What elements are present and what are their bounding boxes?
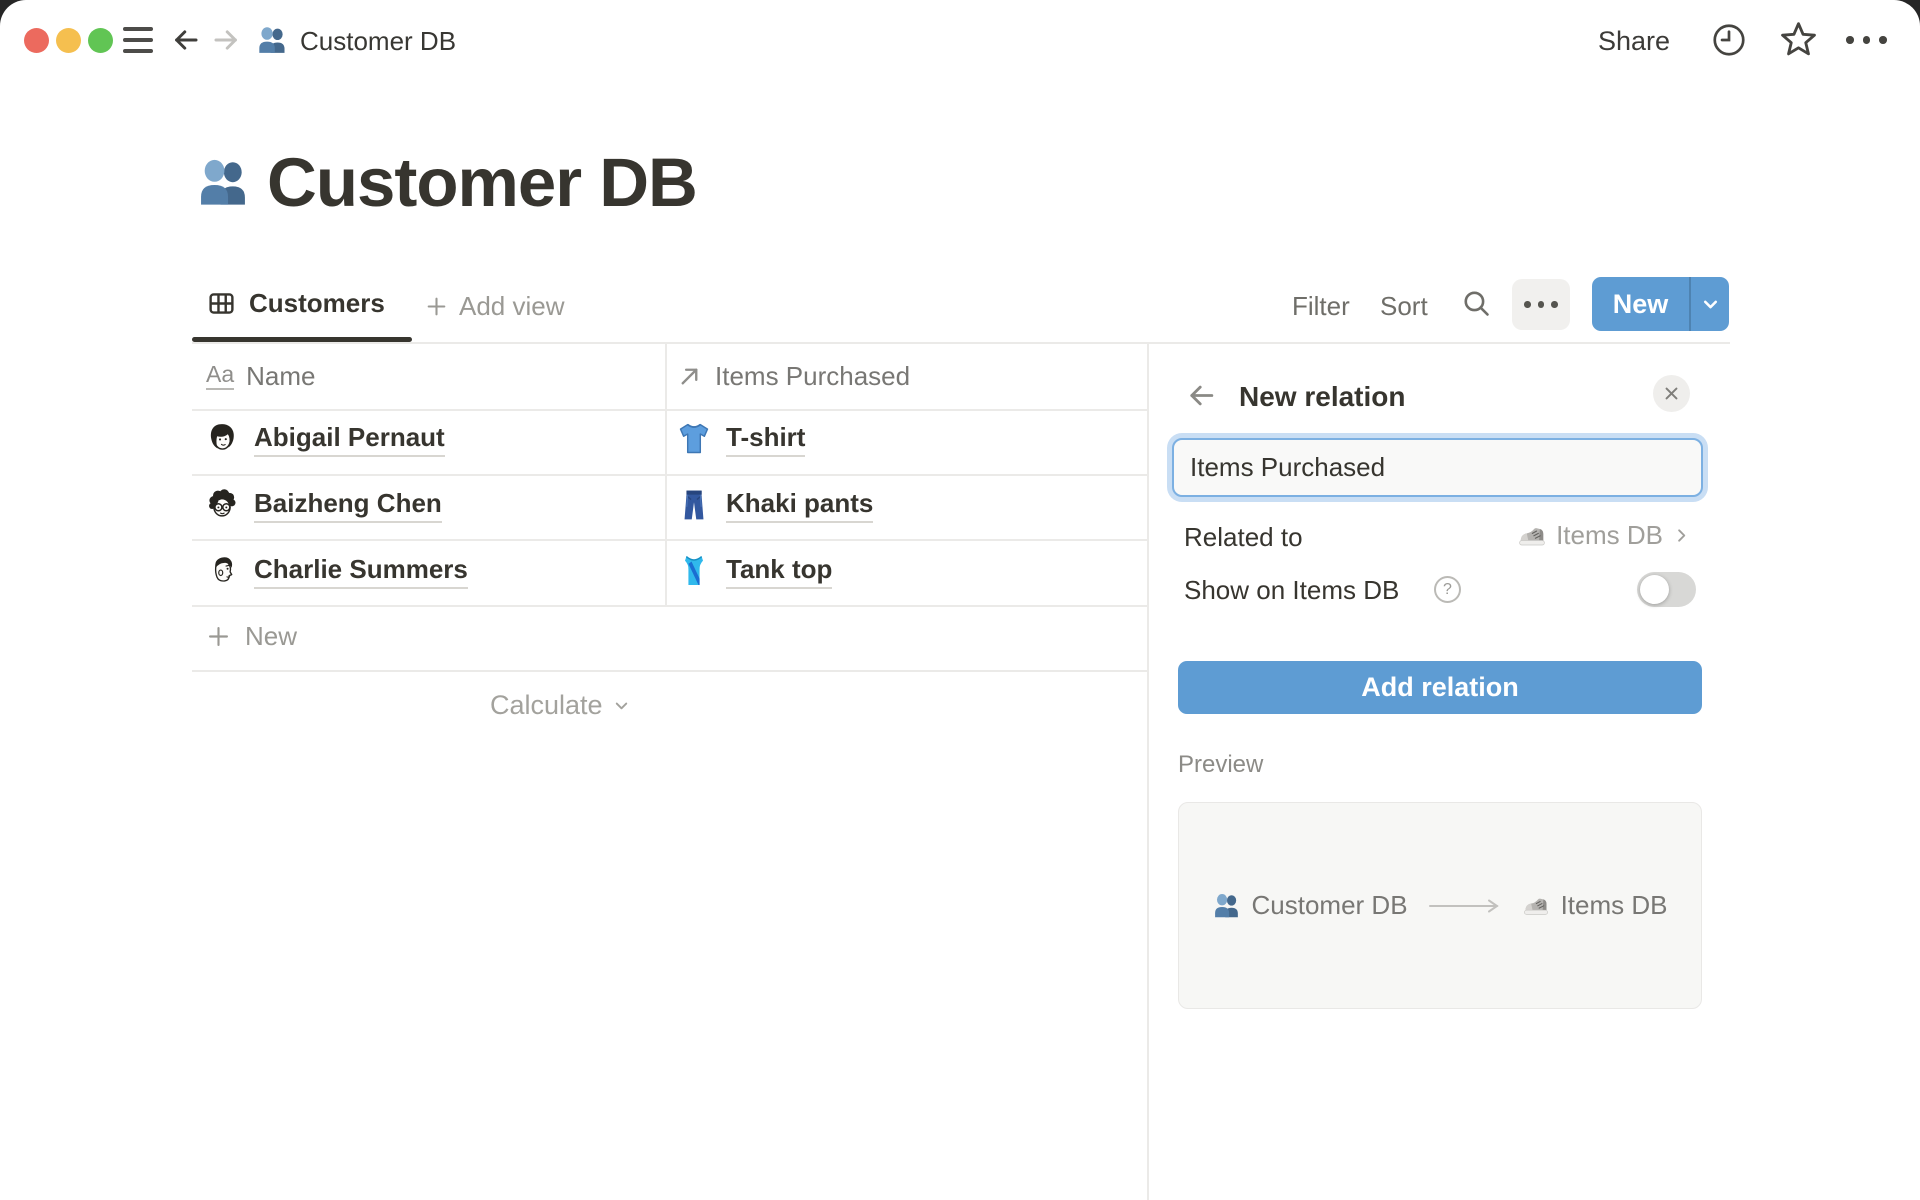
new-record-button-group: New — [1592, 277, 1729, 331]
more-options-button[interactable] — [1846, 36, 1887, 44]
related-to-select[interactable]: Items DB — [1517, 520, 1691, 551]
add-relation-button[interactable]: Add relation — [1178, 661, 1702, 714]
relation-value-link: Tank top — [726, 554, 832, 589]
plus-icon — [205, 623, 232, 650]
people-icon — [1213, 892, 1241, 920]
jeans-icon — [676, 487, 712, 523]
sidebar-menu-icon[interactable] — [123, 27, 153, 53]
relation-preview: Customer DB Items DB — [1178, 802, 1702, 1009]
sneaker-icon — [1517, 521, 1547, 551]
table-row-cell[interactable]: Baizheng Chen — [204, 487, 442, 523]
toolbar-divider — [192, 342, 1730, 344]
forward-button[interactable] — [211, 25, 241, 55]
favorite-button[interactable] — [1777, 18, 1820, 61]
chevron-down-icon — [1700, 294, 1721, 315]
help-icon: ? — [1434, 576, 1461, 603]
show-on-label: Show on Items DB — [1184, 575, 1399, 606]
preview-source-label: Customer DB — [1252, 890, 1408, 921]
panel-title: New relation — [1239, 381, 1405, 413]
add-view-button[interactable]: Add view — [424, 291, 565, 322]
preview-label: Preview — [1178, 751, 1263, 779]
forward-arrow-icon — [211, 25, 241, 55]
table-row-cell[interactable]: Charlie Summers — [204, 553, 468, 589]
breadcrumb[interactable]: Customer DB — [300, 26, 456, 56]
share-button[interactable]: Share — [1598, 25, 1670, 57]
new-record-dropdown-button[interactable] — [1691, 277, 1729, 331]
page-title: Customer DB — [267, 140, 697, 226]
preview-target-label: Items DB — [1561, 890, 1668, 921]
sneaker-icon — [1522, 892, 1550, 920]
back-arrow-icon — [171, 25, 201, 55]
table-view-icon — [207, 289, 236, 318]
view-options-button[interactable] — [1512, 279, 1570, 330]
zoom-window-button[interactable] — [88, 28, 113, 53]
related-to-label: Related to — [1184, 522, 1303, 553]
column-header-name[interactable]: Aa Name — [206, 360, 316, 392]
avatar-baizheng — [204, 487, 240, 523]
chevron-right-icon — [1672, 526, 1691, 545]
panel-divider — [1147, 343, 1149, 1200]
ellipsis-icon — [1524, 301, 1531, 308]
clock-icon — [1710, 21, 1748, 59]
row-title-link: Abigail Pernaut — [254, 422, 445, 457]
chevron-down-icon — [612, 696, 631, 715]
related-to-value: Items DB — [1556, 520, 1663, 551]
history-button[interactable] — [1710, 21, 1748, 59]
new-row-button[interactable]: New — [205, 621, 297, 652]
column-header-items-purchased[interactable]: Items Purchased — [676, 360, 910, 392]
search-button[interactable] — [1460, 287, 1493, 320]
show-on-toggle[interactable] — [1637, 572, 1696, 607]
star-icon — [1777, 18, 1820, 61]
back-button[interactable] — [171, 25, 201, 55]
table-row-cell[interactable]: Khaki pants — [676, 487, 873, 523]
relation-icon — [676, 363, 703, 390]
panel-close-button[interactable] — [1653, 375, 1690, 412]
row-title-link: Charlie Summers — [254, 554, 468, 589]
new-record-button[interactable]: New — [1592, 277, 1689, 331]
avatar-charlie — [204, 553, 240, 589]
relation-arrow-icon — [1427, 897, 1503, 915]
close-icon — [1663, 385, 1680, 402]
table-row-cell[interactable]: T-shirt — [676, 421, 805, 457]
sort-button[interactable]: Sort — [1380, 290, 1428, 322]
plus-icon — [424, 294, 449, 319]
table-row-cell[interactable]: Abigail Pernaut — [204, 421, 445, 457]
avatar-abigail — [204, 421, 240, 457]
window-controls — [24, 28, 113, 53]
search-icon — [1460, 287, 1493, 320]
app-window: Customer DB Share Customer DB Customers … — [0, 0, 1920, 1200]
calculate-button[interactable]: Calculate — [490, 690, 631, 721]
tab-customers[interactable]: Customers — [207, 288, 385, 319]
breadcrumb-people-icon — [257, 25, 288, 56]
row-title-link: Baizheng Chen — [254, 488, 442, 523]
relation-name-input[interactable] — [1172, 438, 1703, 497]
relation-value-link: Khaki pants — [726, 488, 873, 523]
filter-button[interactable]: Filter — [1292, 290, 1350, 322]
close-window-button[interactable] — [24, 28, 49, 53]
page-people-icon — [197, 156, 251, 210]
back-arrow-icon — [1186, 380, 1217, 411]
tshirt-icon — [676, 421, 712, 457]
text-type-icon: Aa — [206, 362, 234, 390]
table-row-cell[interactable]: Tank top — [676, 553, 832, 589]
minimize-window-button[interactable] — [56, 28, 81, 53]
panel-back-button[interactable] — [1186, 380, 1217, 411]
ellipsis-icon — [1846, 36, 1854, 44]
tab-label: Customers — [249, 288, 385, 319]
relation-value-link: T-shirt — [726, 422, 805, 457]
column-divider — [665, 343, 667, 605]
tank-top-icon — [676, 553, 712, 589]
